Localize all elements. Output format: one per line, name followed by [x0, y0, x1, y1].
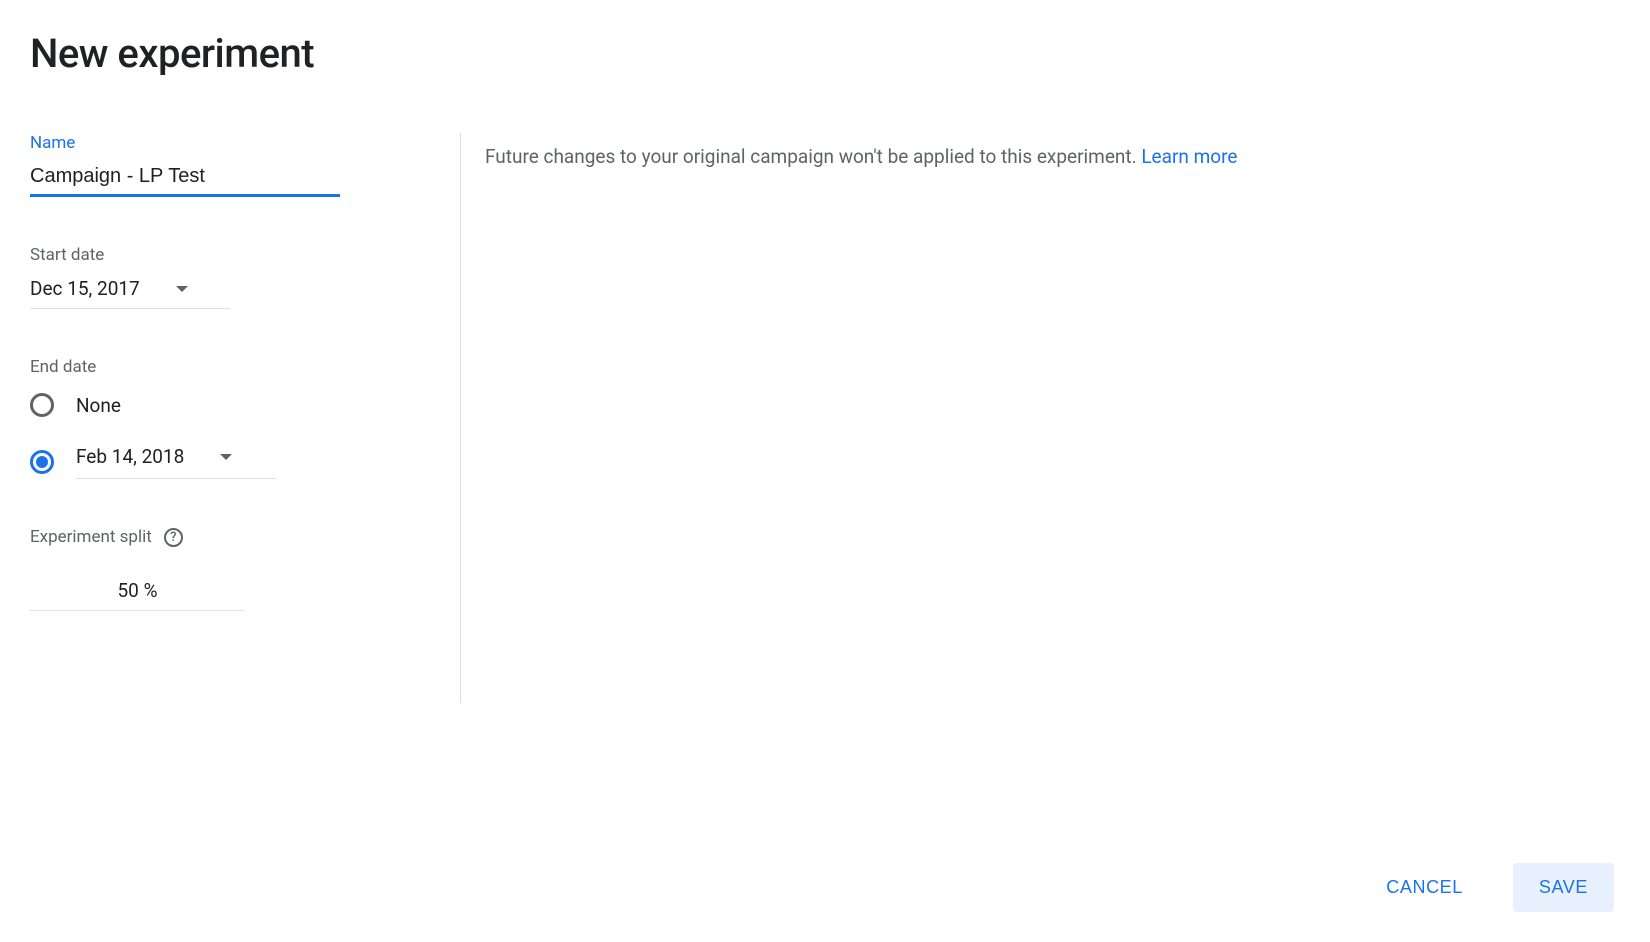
action-bar: CANCEL SAVE	[1360, 863, 1614, 912]
caret-down-icon	[220, 454, 232, 460]
experiment-split-field-group: Experiment split 50 %	[30, 527, 430, 611]
learn-more-link[interactable]: Learn more	[1141, 145, 1237, 168]
info-panel: Future changes to your original campaign…	[461, 133, 1620, 703]
end-date-label: End date	[30, 357, 430, 377]
info-text: Future changes to your original campaign…	[485, 145, 1141, 168]
start-date-select[interactable]: Dec 15, 2017	[30, 271, 230, 309]
experiment-split-label-row: Experiment split	[30, 527, 430, 547]
form-panel: Name Start date Dec 15, 2017 End date No…	[30, 133, 460, 703]
end-date-value: Feb 14, 2018	[76, 445, 184, 468]
caret-down-icon	[176, 286, 188, 292]
info-text-wrapper: Future changes to your original campaign…	[485, 143, 1620, 172]
experiment-split-value: 50 %	[118, 579, 158, 602]
experiment-split-input[interactable]: 50 %	[30, 559, 245, 611]
page-title: New experiment	[30, 30, 1620, 77]
end-date-none-row: None	[30, 393, 430, 417]
start-date-field-group: Start date Dec 15, 2017	[30, 245, 430, 309]
end-date-none-radio[interactable]	[30, 393, 54, 417]
end-date-radio-group: None Feb 14, 2018	[30, 393, 430, 479]
end-date-date-radio[interactable]	[30, 450, 54, 474]
content-wrapper: Name Start date Dec 15, 2017 End date No…	[30, 133, 1620, 703]
save-button[interactable]: SAVE	[1513, 863, 1614, 912]
end-date-none-label: None	[76, 394, 121, 417]
name-input[interactable]	[30, 161, 340, 197]
cancel-button[interactable]: CANCEL	[1360, 863, 1489, 912]
name-label: Name	[30, 133, 430, 153]
start-date-label: Start date	[30, 245, 430, 265]
end-date-field-group: End date None Feb 14, 2018	[30, 357, 430, 479]
help-icon[interactable]	[164, 528, 183, 547]
end-date-select[interactable]: Feb 14, 2018	[76, 445, 276, 479]
end-date-date-row: Feb 14, 2018	[30, 445, 430, 479]
start-date-value: Dec 15, 2017	[30, 277, 140, 300]
experiment-split-label: Experiment split	[30, 527, 152, 547]
name-field-group: Name	[30, 133, 430, 197]
